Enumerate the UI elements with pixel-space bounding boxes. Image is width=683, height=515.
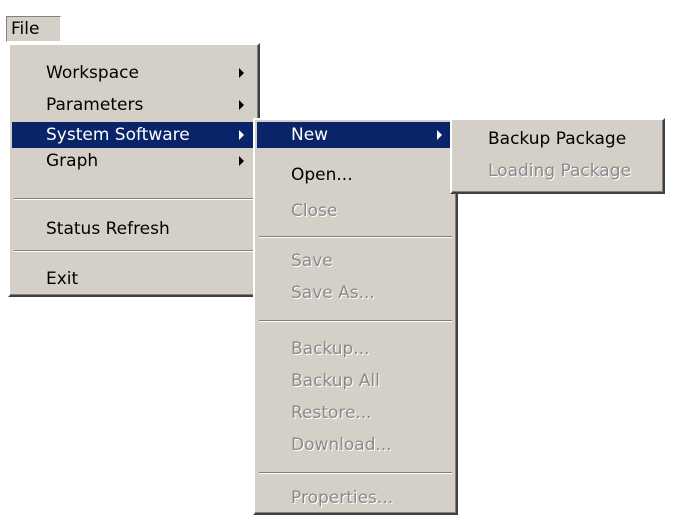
submenu-arrow-icon — [239, 100, 244, 110]
menu-item-label: Parameters — [46, 95, 144, 115]
menu-separator — [14, 198, 254, 200]
submenu-arrow-icon — [239, 156, 244, 166]
menu-item-graph[interactable]: Graph — [12, 148, 256, 174]
file-menu-button[interactable]: File — [6, 16, 61, 42]
menu-item-properties[interactable]: Properties... — [257, 485, 454, 511]
menu-separator — [259, 472, 452, 474]
menu-item-backup-package[interactable]: Backup Package — [454, 126, 661, 152]
menu-item-label: Download... — [291, 435, 392, 455]
menu-item-label: Exit — [46, 269, 79, 289]
menu-item-backup-all[interactable]: Backup All — [257, 368, 454, 394]
submenu-arrow-icon — [239, 68, 244, 78]
menu-separator — [14, 250, 254, 252]
menu-item-parameters[interactable]: Parameters — [12, 92, 256, 118]
menu-item-label: Backup... — [291, 339, 370, 359]
menu-item-system-software[interactable]: System Software — [12, 122, 256, 148]
menu-item-status-refresh[interactable]: Status Refresh — [12, 216, 256, 242]
menu-separator — [259, 320, 452, 322]
menu-item-download[interactable]: Download... — [257, 432, 454, 458]
menu-item-label: Backup All — [291, 371, 380, 391]
menu-item-backup[interactable]: Backup... — [257, 336, 454, 362]
menu-item-new[interactable]: New — [257, 122, 454, 148]
menu-item-exit[interactable]: Exit — [12, 266, 256, 292]
menu-separator — [259, 236, 452, 238]
menu-item-label: Save As... — [291, 283, 375, 303]
menu-item-loading-package[interactable]: Loading Package — [454, 158, 661, 184]
menu-item-open[interactable]: Open... — [257, 162, 454, 188]
new-submenu: Backup Package Loading Package — [450, 118, 665, 194]
menu-item-save-as[interactable]: Save As... — [257, 280, 454, 306]
menu-bar: File — [0, 0, 683, 48]
menu-item-label: Restore... — [291, 403, 372, 423]
menu-item-close[interactable]: Close — [257, 198, 454, 224]
menu-item-restore[interactable]: Restore... — [257, 400, 454, 426]
menu-item-label: Loading Package — [488, 161, 631, 181]
menu-item-label: Graph — [46, 151, 99, 171]
menu-item-label: Backup Package — [488, 129, 627, 149]
menu-item-label: Properties... — [291, 488, 394, 508]
menu-item-label: New — [291, 125, 329, 145]
menu-item-label: Close — [291, 201, 338, 221]
submenu-arrow-icon — [437, 130, 442, 140]
submenu-arrow-icon — [239, 130, 244, 140]
menu-item-label: Workspace — [46, 63, 139, 83]
menu-item-workspace[interactable]: Workspace — [12, 60, 256, 86]
system-software-submenu: New Open... Close Save Save As... Backup… — [253, 118, 458, 515]
menu-item-label: System Software — [46, 125, 190, 145]
menu-item-save[interactable]: Save — [257, 248, 454, 274]
menu-item-label: Save — [291, 251, 333, 271]
menu-item-label: Open... — [291, 165, 353, 185]
menu-item-label: Status Refresh — [46, 219, 170, 239]
file-menu: Workspace Parameters System Software Gra… — [8, 43, 260, 297]
